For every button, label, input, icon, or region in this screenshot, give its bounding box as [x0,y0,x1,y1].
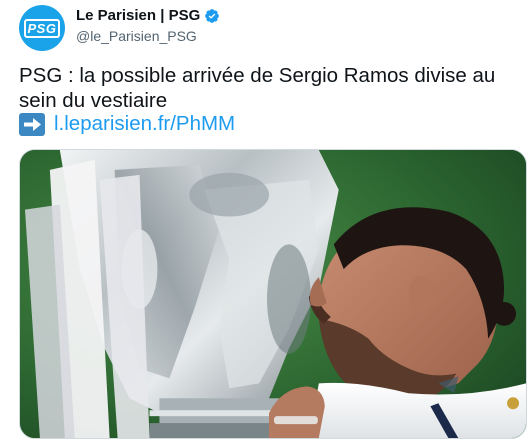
tweet-link-row: l.leparisien.fr/PhMM [19,112,235,136]
display-name[interactable]: Le Parisien | PSG [76,7,200,24]
tweet-media-photo[interactable] [19,149,527,439]
avatar[interactable]: PSG [19,5,65,51]
right-arrow-emoji-icon [19,112,45,136]
tweet-card[interactable]: PSG Le Parisien | PSG @le_Parisien_PSG P… [0,0,528,447]
tweet-header: Le Parisien | PSG [76,7,220,24]
avatar-logo-text: PSG [23,18,61,38]
verified-badge-icon [205,8,220,23]
article-link[interactable]: l.leparisien.fr/PhMM [54,112,235,136]
user-handle[interactable]: @le_Parisien_PSG [76,28,197,44]
trophy-kiss-photo [20,150,526,438]
tweet-text: PSG : la possible arrivée de Sergio Ramo… [19,64,496,112]
